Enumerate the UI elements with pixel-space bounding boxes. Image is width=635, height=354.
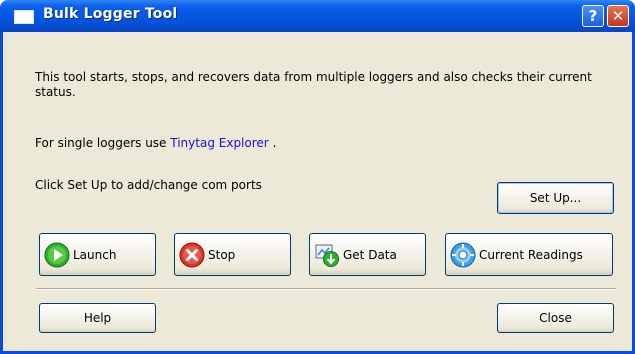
launch-label: Launch (73, 247, 117, 262)
stop-icon (179, 242, 205, 267)
title-bar[interactable]: Bulk Logger Tool ? ✕ (0, 0, 635, 32)
current-readings-icon (450, 242, 476, 267)
dialog-window: Bulk Logger Tool ? ✕ This tool starts, s… (0, 0, 635, 354)
stop-label: Stop (208, 247, 236, 262)
launch-button[interactable]: Launch (39, 233, 156, 276)
titlebar-close-button[interactable]: ✕ (607, 5, 629, 27)
setup-button-label: Set Up... (529, 191, 582, 205)
close-label: Close (539, 311, 572, 325)
window-icon (14, 10, 34, 24)
single-logger-prefix: For single loggers use (35, 136, 167, 150)
current-readings-button[interactable]: Current Readings (445, 233, 613, 276)
help-label: Help (83, 311, 112, 325)
setup-button[interactable]: Set Up... (497, 182, 614, 214)
single-logger-text: For single loggers use Tinytag Explorer … (35, 136, 276, 151)
get-data-button[interactable]: Get Data (309, 233, 426, 276)
help-button[interactable]: Help (39, 303, 156, 333)
current-readings-label: Current Readings (479, 247, 583, 262)
separator (36, 288, 616, 290)
single-logger-suffix: . (272, 136, 277, 150)
window-title: Bulk Logger Tool (43, 6, 178, 22)
titlebar-help-button[interactable]: ? (582, 5, 604, 27)
close-button[interactable]: Close (497, 303, 614, 333)
stop-button[interactable]: Stop (174, 233, 291, 276)
description-text: This tool starts, stops, and recovers da… (35, 70, 592, 99)
setup-hint-text: Click Set Up to add/change com ports (35, 178, 262, 192)
get-data-label: Get Data (343, 247, 397, 262)
tinytag-explorer-link[interactable]: Tinytag Explorer (170, 136, 268, 150)
launch-icon (44, 242, 70, 267)
get-data-icon (315, 244, 339, 267)
